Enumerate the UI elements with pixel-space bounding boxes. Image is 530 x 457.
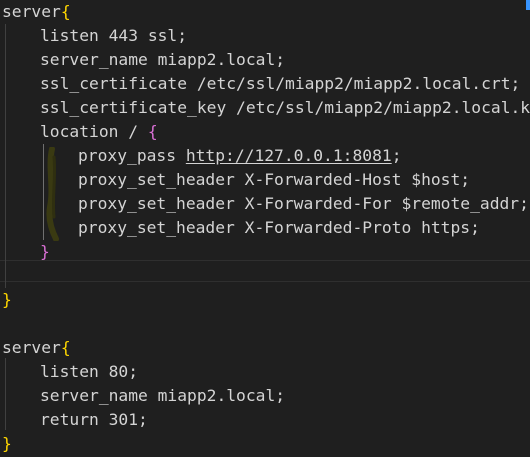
code-line[interactable]: server{ — [2, 336, 530, 360]
code-line[interactable]: server_name miapp2.local; — [2, 384, 530, 408]
code-editor[interactable]: server{listen 443 ssl; server_name miapp2… — [0, 0, 530, 457]
code-line[interactable]: proxy_set_header X-Forwarded-Host $host; — [2, 168, 530, 192]
code-link[interactable]: http://127.0.0.1:8081 — [186, 146, 392, 165]
code-text: listen 80; — [40, 362, 139, 381]
code-text: server — [2, 2, 61, 21]
code-line[interactable]: proxy_set_header X-Forwarded-Proto https… — [2, 216, 530, 240]
code-brace: { — [147, 122, 158, 141]
code-line[interactable]: server{ — [2, 0, 530, 24]
code-line[interactable]: ssl_certificate /etc/ssl/miapp2/miapp2.l… — [2, 72, 530, 96]
code-line[interactable]: return 301; — [2, 408, 530, 432]
code-line[interactable]: } — [2, 288, 530, 312]
scrollbar-marker — [526, 0, 530, 10]
code-line[interactable]: location / { — [2, 120, 530, 144]
code-text: server — [2, 338, 61, 357]
code-text: ; — [391, 146, 402, 165]
code-line[interactable]: proxy_pass http://127.0.0.1:8081; — [2, 144, 530, 168]
code-line[interactable]: listen 443 ssl; — [2, 24, 530, 48]
code-text: proxy_set_header X-Forwarded-Proto https… — [78, 218, 480, 237]
code-text: ssl_certificate /etc/ssl/miapp2/miapp2.l… — [40, 74, 521, 93]
code-line[interactable]: listen 80; — [2, 360, 530, 384]
code-brace: { — [60, 2, 71, 21]
code-line[interactable]: } — [2, 432, 530, 456]
code-line[interactable]: proxy_set_header X-Forwarded-For $remote… — [2, 192, 530, 216]
code-brace: } — [2, 290, 12, 309]
code-line[interactable]: } — [2, 240, 530, 264]
code-text: proxy_set_header X-Forwarded-Host $host; — [78, 170, 471, 189]
code-text: server_name miapp2.local; — [40, 386, 286, 405]
code-text: ssl_certificate_key /etc/ssl/miapp2/miap… — [40, 98, 530, 117]
code-text: return 301; — [40, 410, 148, 429]
code-brace: } — [40, 242, 50, 261]
code-brace: } — [2, 434, 12, 453]
scrollbar[interactable] — [516, 0, 530, 457]
code-text: proxy_pass — [78, 146, 186, 165]
code-line[interactable] — [2, 264, 530, 288]
code-text: server_name miapp2.local; — [40, 50, 286, 69]
code-text: location / — [40, 122, 148, 141]
code-text: listen 443 ssl; — [40, 26, 188, 45]
code-line[interactable]: ssl_certificate_key /etc/ssl/miapp2/miap… — [2, 96, 530, 120]
code-text: proxy_set_header X-Forwarded-For $remote… — [78, 194, 529, 213]
code-line[interactable] — [2, 312, 530, 336]
code-line[interactable]: server_name miapp2.local; — [2, 48, 530, 72]
code-brace: { — [60, 338, 71, 357]
